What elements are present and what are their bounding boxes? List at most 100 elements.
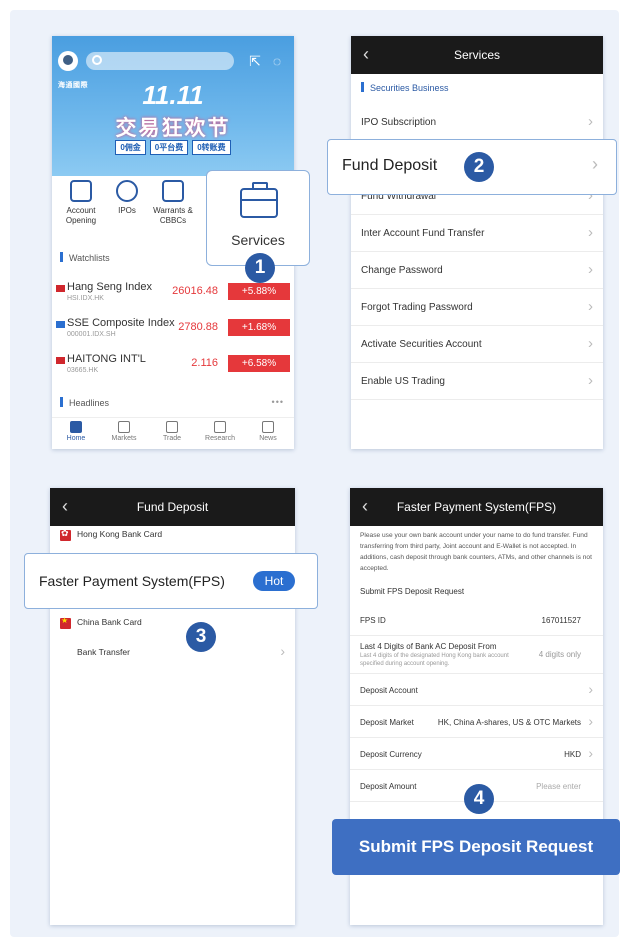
chevron-right-icon: ›: [588, 745, 593, 761]
stock-code: 03665.HK: [67, 367, 99, 374]
hk-flag-icon: [60, 528, 71, 541]
quick-account-opening[interactable]: Account Opening: [58, 180, 104, 226]
bank-transfer-label: Bank Transfer: [77, 647, 130, 657]
china-bank-card-row: China Bank Card: [50, 608, 295, 638]
menu-item-activate-securities-account[interactable]: Activate Securities Account ›: [351, 326, 603, 363]
field-label: Deposit Currency: [360, 750, 422, 759]
deposit-market-value: HK, China A-shares, US & OTC Markets: [437, 718, 581, 727]
watchlist-row[interactable]: Hang Seng Index HSI.IDX.HK 26016.48 +5.8…: [52, 278, 294, 314]
menu-item-forgot-trading-password[interactable]: Forgot Trading Password ›: [351, 289, 603, 326]
page-title: Fund Deposit: [136, 500, 209, 514]
last4-digits-input[interactable]: 4 digits only: [539, 650, 581, 659]
watchlist-row[interactable]: HAITONG INT'L 03665.HK 2.116 +6.58%: [52, 350, 294, 386]
chevron-right-icon: ›: [592, 154, 598, 174]
more-icon[interactable]: •••: [272, 397, 284, 407]
hk-flag-icon: [56, 357, 65, 364]
trade-icon: [166, 421, 178, 433]
chevron-right-icon: ›: [588, 224, 593, 241]
fps-option-callout[interactable]: Faster Payment System(FPS) Hot: [24, 553, 318, 609]
watchlist-row[interactable]: SSE Composite Index 000001.IDX.SH 2780.8…: [52, 314, 294, 350]
bank-transfer-row[interactable]: Bank Transfer ›: [50, 638, 295, 666]
chevron-right-icon: ›: [588, 713, 593, 729]
field-label: Deposit Account: [360, 686, 418, 695]
step-badge-4: 4: [464, 784, 494, 814]
quick-label: Account Opening: [65, 206, 97, 225]
quick-ipos[interactable]: IPOs: [104, 180, 150, 216]
deposit-currency-row[interactable]: Deposit Currency HKD ›: [350, 738, 603, 770]
tab-markets[interactable]: Markets: [102, 421, 146, 442]
field-label: Last 4 Digits of Bank AC Deposit From: [360, 642, 497, 651]
last4-digits-row[interactable]: Last 4 Digits of Bank AC Deposit From La…: [350, 636, 603, 674]
stock-name: SSE Composite Index: [67, 317, 175, 329]
page-title: Services: [453, 48, 500, 62]
chevron-right-icon: ›: [588, 261, 593, 278]
top-bar: ⇱ ◌: [58, 50, 288, 72]
avatar[interactable]: [58, 51, 78, 71]
step-badge-1: 1: [245, 253, 275, 283]
stock-code: HSI.IDX.HK: [67, 295, 104, 302]
banner-badges: 0佣金 0平台费 0转账费: [52, 140, 294, 155]
search-icon: [92, 55, 102, 65]
chevron-right-icon: ›: [588, 681, 593, 697]
field-label: Deposit Amount: [360, 782, 417, 791]
headlines-header: Headlines: [60, 397, 109, 408]
step-badge-2: 2: [464, 152, 494, 182]
hk-flag-icon: [56, 285, 65, 292]
briefcase-icon: [240, 182, 278, 218]
chevron-right-icon: ›: [588, 335, 593, 352]
deposit-market-row[interactable]: Deposit Market HK, China A-shares, US & …: [350, 706, 603, 738]
stock-name: HAITONG INT'L: [67, 353, 146, 365]
field-hint: Last 4 digits of the designated Hong Kon…: [360, 653, 509, 667]
field-label: FPS ID: [360, 616, 386, 625]
ipo-icon: [116, 180, 138, 202]
tab-home[interactable]: Home: [54, 421, 98, 442]
quick-label: Warrants & CBBCs: [153, 206, 193, 225]
banner-title: 交易狂欢节: [115, 117, 231, 140]
news-icon: [262, 421, 274, 433]
field-label: Deposit Market: [360, 718, 414, 727]
fps-id-row: FPS ID 167011527: [350, 604, 603, 636]
cn-flag-icon: [60, 616, 71, 629]
hk-bank-card-row: Hong Kong Bank Card: [50, 520, 295, 550]
nav-header: ‹ Services: [351, 36, 603, 74]
fps-id-value: 167011527: [541, 616, 581, 625]
menu-item-change-password[interactable]: Change Password ›: [351, 252, 603, 289]
chevron-right-icon: ›: [280, 643, 285, 659]
services-button-callout[interactable]: Services: [206, 170, 310, 266]
promo-banner[interactable]: ⇱ ◌ 海通國際 11.11 交易狂欢节 0佣金 0平台费 0转账费: [52, 36, 294, 176]
tab-research[interactable]: Research: [198, 421, 242, 442]
menu-item-ipo-subscription[interactable]: IPO Subscription ›: [351, 104, 603, 141]
page-title: Faster Payment System(FPS): [396, 500, 557, 514]
quick-warrants[interactable]: Warrants & CBBCs: [150, 180, 196, 226]
menu-item-inter-account-transfer[interactable]: Inter Account Fund Transfer ›: [351, 215, 603, 252]
submit-fps-request-button[interactable]: Submit FPS Deposit Request: [332, 819, 620, 875]
step-badge-3: 3: [186, 622, 216, 652]
chevron-right-icon: ›: [588, 298, 593, 315]
section-title: Submit FPS Deposit Request: [360, 587, 465, 596]
deposit-amount-input[interactable]: Please enter: [536, 782, 581, 791]
tab-news[interactable]: News: [246, 421, 290, 442]
tab-bar: Home Markets Trade Research News: [52, 417, 294, 449]
share-icon[interactable]: ⇱: [246, 52, 264, 70]
search-input[interactable]: [86, 52, 234, 70]
badge-zero-platform-fee: 0平台费: [149, 140, 189, 155]
account-opening-icon: [70, 180, 92, 202]
message-icon[interactable]: ◌: [268, 52, 286, 70]
stock-change: +1.68%: [228, 319, 290, 336]
banner-date: 11.11: [142, 80, 204, 110]
tab-trade[interactable]: Trade: [150, 421, 194, 442]
stock-change: +6.58%: [228, 355, 290, 372]
fps-notice: Please use your own bank account under y…: [360, 532, 592, 572]
services-screen: ‹ Services Securities Business IPO Subsc…: [351, 36, 603, 449]
menu-item-enable-us-trading[interactable]: Enable US Trading ›: [351, 363, 603, 400]
chevron-right-icon: ›: [588, 372, 593, 389]
hot-badge: Hot: [253, 571, 295, 591]
home-icon: [70, 421, 82, 433]
fps-label: Faster Payment System(FPS): [39, 573, 225, 589]
sh-flag-icon: [56, 321, 65, 328]
stock-name: Hang Seng Index: [67, 281, 153, 293]
stock-price: 2.116: [191, 357, 218, 369]
quick-label: IPOs: [118, 206, 136, 215]
deposit-account-row[interactable]: Deposit Account ›: [350, 674, 603, 706]
bank-label: China Bank Card: [77, 617, 142, 627]
